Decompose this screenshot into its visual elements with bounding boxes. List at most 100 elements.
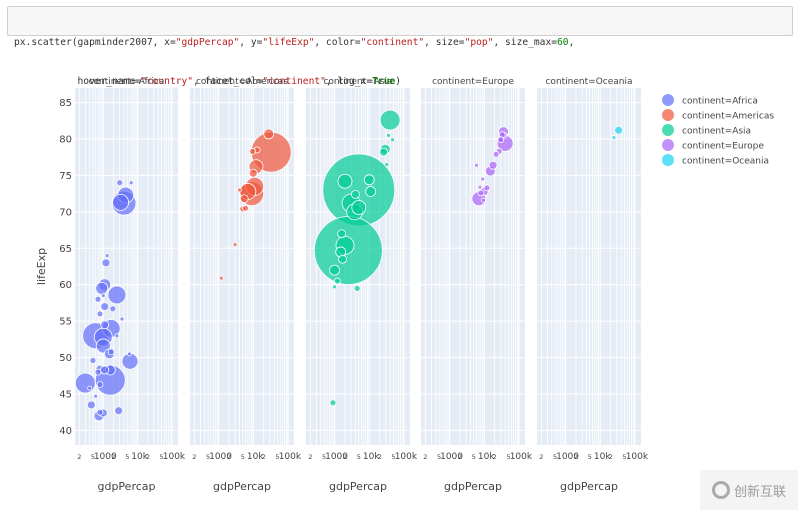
x-tick-label: 2: [343, 453, 347, 461]
x-axis-title: gdpPercap: [97, 480, 155, 493]
data-point: [611, 135, 617, 140]
legend-label: continent=Europe: [682, 142, 764, 152]
data-point: [232, 242, 238, 248]
data-point: [492, 150, 500, 158]
watermark-logo-icon: [711, 481, 730, 499]
x-tick-label: 100k: [626, 452, 649, 462]
x-tick-label: 5: [588, 453, 592, 461]
x-tick-label: 2: [112, 453, 116, 461]
data-point: [101, 258, 111, 268]
y-tick-label: 55: [59, 317, 72, 328]
data-point: [379, 109, 401, 131]
legend-item[interactable]: continent=Americas: [662, 109, 774, 122]
data-point: [74, 372, 96, 394]
x-tick-label: 2: [574, 453, 578, 461]
facet-title: continent=Africa: [89, 77, 165, 87]
x-tick-label: 2: [539, 453, 543, 461]
data-point: [86, 400, 96, 410]
legend-marker: [662, 139, 674, 151]
y-tick-label: 40: [59, 426, 72, 437]
data-point: [94, 368, 102, 376]
data-point: [488, 160, 498, 170]
facet-title: continent=Europe: [432, 77, 514, 87]
data-point: [242, 204, 249, 212]
data-point: [477, 189, 485, 197]
data-point: [107, 285, 127, 305]
data-point: [497, 136, 505, 144]
y-axis-title: lifeExp: [35, 248, 48, 285]
data-point: [87, 385, 93, 391]
data-point: [95, 281, 109, 295]
x-tick-label: 2: [146, 453, 150, 461]
data-point: [128, 180, 134, 186]
x-tick-label: 2: [262, 453, 266, 461]
facet-panel: continent=Oceania2 510002 5 10k2 5 100kgdpPer…: [537, 77, 649, 493]
legend-marker: [662, 94, 674, 106]
data-point: [116, 179, 124, 187]
data-point: [333, 277, 341, 285]
y-tick-label: 70: [59, 207, 72, 218]
data-point: [89, 357, 97, 364]
x-tick-label: 2: [609, 453, 613, 461]
facet-title: continent=Oceania: [545, 77, 632, 87]
data-point: [263, 128, 275, 140]
data-point: [107, 348, 115, 356]
data-point: [127, 351, 132, 357]
data-point: [386, 132, 391, 138]
y-tick-label: 50: [59, 353, 72, 364]
legend-item[interactable]: continent=Asia: [662, 124, 751, 137]
x-tick-label: 5: [472, 453, 476, 461]
legend-label: continent=Asia: [682, 127, 751, 137]
x-axis-title: gdpPercap: [213, 480, 271, 493]
data-point: [351, 189, 360, 199]
data-point: [614, 125, 624, 135]
data-point: [100, 365, 110, 375]
x-tick-label: 100k: [395, 452, 418, 462]
x-axis-title: gdpPercap: [329, 480, 387, 493]
facet-panel: continent=Europe2 510002 5 10k2 5 100kgdpPerc…: [421, 77, 533, 493]
data-point: [353, 284, 361, 292]
data-point: [93, 393, 99, 399]
legend-label: continent=Africa: [682, 97, 758, 107]
legend-item[interactable]: continent=Oceania: [662, 154, 769, 167]
legend-marker: [662, 109, 674, 121]
data-point: [104, 253, 110, 258]
x-tick-label: 2: [227, 453, 231, 461]
legend-marker: [662, 154, 674, 166]
facet-title: continent=Asia: [323, 77, 392, 87]
data-point: [237, 187, 242, 193]
data-point: [109, 305, 117, 313]
data-point: [114, 406, 124, 416]
legend-label: continent=Oceania: [682, 157, 769, 167]
data-point: [390, 137, 395, 143]
legend-label: continent=Americas: [682, 112, 774, 122]
data-point: [119, 316, 125, 322]
x-tick-label: 2: [423, 453, 427, 461]
x-tick-label: 2: [378, 453, 382, 461]
data-point: [96, 381, 104, 388]
data-point: [351, 200, 367, 215]
data-point: [363, 174, 375, 186]
data-point: [332, 284, 337, 290]
data-point: [329, 399, 337, 407]
data-point: [379, 147, 389, 157]
x-tick-label: 5: [241, 453, 245, 461]
code-cell: px.scatter(gapminder2007, x="gdpPercap",…: [7, 6, 793, 87]
legend-item[interactable]: continent=Europe: [662, 139, 764, 152]
data-point: [477, 184, 483, 190]
data-point: [100, 320, 110, 330]
data-point: [474, 162, 479, 168]
data-point: [96, 408, 104, 416]
data-point: [337, 229, 347, 239]
x-axis-title: gdpPercap: [444, 480, 502, 493]
data-point: [218, 275, 224, 281]
data-point: [114, 333, 120, 339]
x-tick-label: 100k: [279, 452, 302, 462]
x-tick-label: 2: [308, 453, 312, 461]
legend-marker: [662, 124, 674, 136]
x-tick-label: 100k: [510, 452, 533, 462]
facet-title: continent=Americas: [196, 77, 288, 87]
legend-item[interactable]: continent=Africa: [662, 94, 758, 107]
data-point: [94, 295, 102, 303]
facet-panel: continent=Africa2 510002 5 10k2 5 100kgdpPerc…: [74, 77, 186, 493]
